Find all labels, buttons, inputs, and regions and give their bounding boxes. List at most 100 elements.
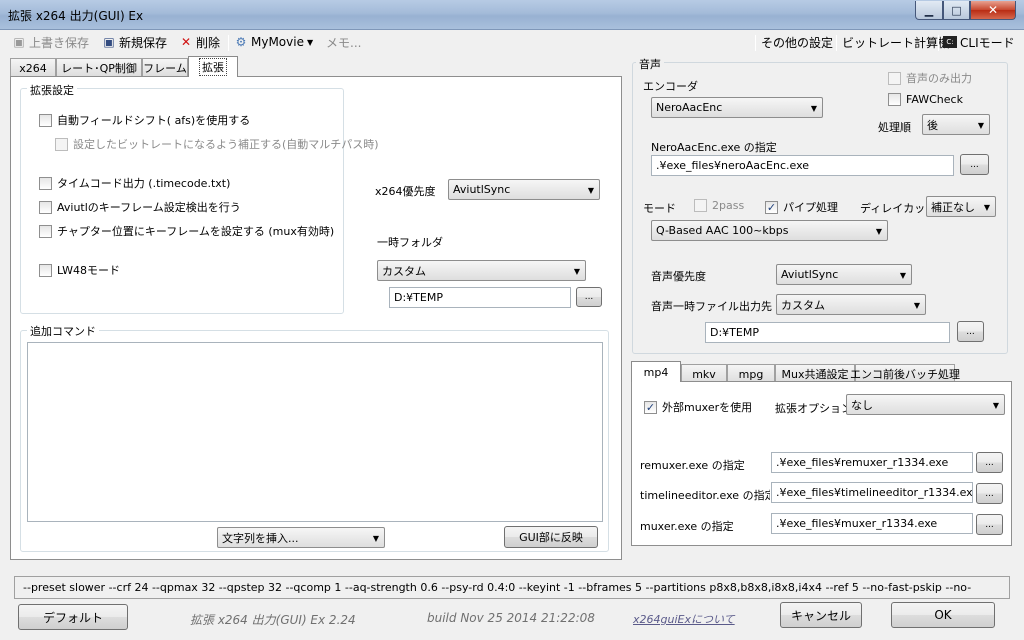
- audio-exe-input[interactable]: .¥exe_files¥neroAacEnc.exe: [651, 155, 954, 176]
- audio-priority-select[interactable]: AviutlSync ▼: [776, 264, 912, 285]
- close-button[interactable]: ✕: [970, 1, 1016, 20]
- tab-frame[interactable]: フレーム: [142, 58, 188, 77]
- toolbar-separator: [228, 35, 229, 51]
- tab-x264[interactable]: x264: [10, 58, 56, 77]
- chevron-down-icon: ▼: [899, 271, 906, 280]
- toolbar: ▣ 上書き保存 ▣ 新規保存 ✕ 削除 ⚙ MyMovie ▼ メモ... その…: [8, 31, 1015, 53]
- tab-extension[interactable]: 拡張: [188, 56, 238, 77]
- audio-exe-browse-button[interactable]: ...: [960, 154, 989, 175]
- audio-temp-input[interactable]: D:¥TEMP: [705, 322, 950, 343]
- toolbar-separator: [938, 35, 939, 51]
- close-icon: ✕: [987, 3, 999, 17]
- extension-option-select[interactable]: なし ▼: [846, 394, 1005, 415]
- other-settings-button[interactable]: その他の設定: [761, 33, 833, 51]
- muxer-input[interactable]: .¥exe_files¥muxer_r1334.exe: [771, 513, 973, 534]
- tab-mp4[interactable]: mp4: [631, 361, 681, 382]
- muxer-label: muxer.exe の指定: [640, 520, 734, 533]
- about-link[interactable]: x264guiExについて: [633, 611, 735, 627]
- checkbox-box: ✓: [644, 400, 657, 414]
- checkbox-box: [55, 137, 68, 151]
- timelineeditor-label: timelineeditor.exe の指定: [640, 489, 770, 502]
- memo-field[interactable]: メモ...: [326, 33, 361, 51]
- maximize-button[interactable]: □: [943, 1, 970, 20]
- save-icon: ▣: [13, 35, 25, 49]
- remuxer-browse-button[interactable]: ...: [976, 452, 1003, 473]
- gear-icon: ⚙: [235, 35, 247, 49]
- chevron-down-icon: ▼: [913, 301, 920, 310]
- external-muxer-checkbox[interactable]: ✓ 外部muxerを使用: [644, 399, 752, 415]
- overwrite-save-button[interactable]: ▣ 上書き保存: [12, 33, 89, 51]
- cancel-button[interactable]: キャンセル: [780, 602, 862, 628]
- toolbar-separator: [755, 35, 756, 51]
- audio-only-checkbox[interactable]: 音声のみ出力: [888, 70, 972, 86]
- save-new-icon: ▣: [103, 35, 115, 49]
- afs-bitrate-checkbox[interactable]: 設定したビットレートになるよう補正する(自動マルチパス時): [55, 136, 379, 152]
- maximize-icon: □: [951, 3, 962, 17]
- x264-priority-label: x264優先度: [375, 185, 436, 198]
- new-save-button[interactable]: ▣ 新規保存: [102, 33, 167, 51]
- order-label: 処理順: [878, 121, 911, 134]
- audio-encoder-select[interactable]: NeroAacEnc ▼: [651, 97, 823, 118]
- checkbox-box: [39, 263, 52, 277]
- chapter-keyframe-checkbox[interactable]: チャプター位置にキーフレームを設定する (mux有効時): [39, 223, 334, 239]
- bitrate-calculator-button[interactable]: ビットレート計算機: [842, 33, 950, 51]
- window-title: 拡張 x264 出力(GUI) Ex: [8, 9, 144, 23]
- default-button[interactable]: デフォルト: [18, 604, 128, 630]
- checkbox-box: [39, 224, 52, 238]
- chevron-down-icon: ▼: [992, 401, 999, 410]
- command-line-preview[interactable]: --preset slower --crf 24 --qpmax 32 --qp…: [14, 576, 1010, 599]
- chevron-down-icon: ▼: [573, 267, 580, 276]
- delay-cut-select[interactable]: 補正なし ▼: [926, 196, 996, 217]
- checkbox-box: [39, 113, 52, 127]
- checkbox-box: [39, 176, 52, 190]
- checkbox-box: [888, 71, 901, 85]
- chevron-down-icon: ▼: [306, 37, 314, 47]
- temp-folder-select[interactable]: カスタム ▼: [377, 260, 586, 281]
- lw48-checkbox[interactable]: LW48モード: [39, 262, 120, 278]
- timelineeditor-input[interactable]: .¥exe_files¥timelineeditor_r1334.exe: [771, 482, 973, 503]
- order-select[interactable]: 後 ▼: [922, 114, 990, 135]
- additional-command-textarea[interactable]: [27, 342, 603, 522]
- faw-check-checkbox[interactable]: FAWCheck: [888, 93, 963, 106]
- audio-temp-browse-button[interactable]: ...: [957, 321, 984, 342]
- insert-string-select[interactable]: 文字列を挿入... ▼: [217, 527, 385, 548]
- build-date: build Nov 25 2014 21:22:08: [427, 611, 595, 625]
- temp-folder-browse-button[interactable]: ...: [576, 287, 602, 307]
- chevron-down-icon: ▼: [983, 203, 990, 212]
- mp4-panel: ✓ 外部muxerを使用 拡張オプション なし ▼ remuxer.exe の指定 …: [631, 381, 1012, 546]
- preset-dropdown[interactable]: ⚙ MyMovie ▼: [234, 33, 314, 51]
- chevron-down-icon: ▼: [587, 186, 594, 195]
- x264-priority-select[interactable]: AviutlSync ▼: [448, 179, 600, 200]
- console-icon: C:: [943, 36, 957, 48]
- temp-folder-input[interactable]: D:¥TEMP: [389, 287, 571, 308]
- timelineeditor-browse-button[interactable]: ...: [976, 483, 1003, 504]
- delay-cut-label: ディレイカット: [860, 202, 937, 215]
- pipe-processing-checkbox[interactable]: ✓ パイプ処理: [765, 199, 838, 215]
- cli-mode-button[interactable]: C: CLIモード: [943, 33, 1015, 51]
- audio-temp-select[interactable]: カスタム ▼: [776, 294, 926, 315]
- chevron-down-icon: ▼: [810, 104, 817, 113]
- audio-priority-label: 音声優先度: [651, 270, 706, 283]
- temp-folder-label: 一時フォルダ: [377, 236, 443, 249]
- chevron-down-icon: ▼: [372, 534, 379, 543]
- afs-checkbox[interactable]: 自動フィールドシフト( afs)を使用する: [39, 112, 250, 128]
- remuxer-input[interactable]: .¥exe_files¥remuxer_r1334.exe: [771, 452, 973, 473]
- audio-mode-select[interactable]: Q-Based AAC 100~kbps ▼: [651, 220, 888, 241]
- delete-button[interactable]: ✕ 削除: [179, 33, 220, 51]
- mode-label: モード: [643, 202, 676, 215]
- chevron-down-icon: ▼: [875, 227, 882, 236]
- title-bar[interactable]: 拡張 x264 出力(GUI) Ex ▁ □ ✕: [0, 0, 1024, 30]
- chevron-down-icon: ▼: [977, 121, 984, 130]
- additional-command-title: 追加コマンド: [27, 323, 99, 339]
- muxer-browse-button[interactable]: ...: [976, 514, 1003, 535]
- tab-rate-qp[interactable]: レート･QP制御: [56, 58, 142, 77]
- audio-exe-label: NeroAacEnc.exe の指定: [651, 141, 777, 154]
- timecode-checkbox[interactable]: タイムコード出力 (.timecode.txt): [39, 175, 230, 191]
- ok-button[interactable]: OK: [891, 602, 995, 628]
- minimize-button[interactable]: ▁: [915, 1, 943, 20]
- extension-option-label: 拡張オプション: [775, 402, 852, 415]
- apply-to-gui-button[interactable]: GUI部に反映: [504, 526, 598, 548]
- checkbox-box: [888, 93, 901, 106]
- two-pass-checkbox[interactable]: 2pass: [694, 199, 744, 212]
- keyframe-detect-checkbox[interactable]: Aviutlのキーフレーム設定検出を行う: [39, 199, 241, 215]
